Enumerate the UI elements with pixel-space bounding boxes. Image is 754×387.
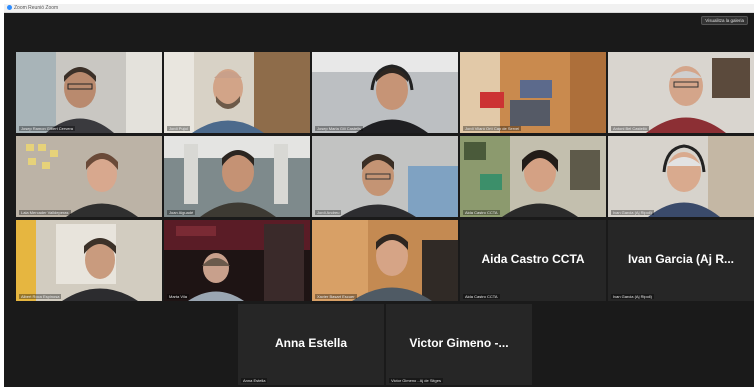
participant-video [460,136,606,217]
participant-video [164,52,310,133]
participant-name: Josep Ramon Gibert Cervera [19,126,76,131]
video-tile[interactable]: Jordi Andreu [312,136,458,217]
participant-name: Laia Mercader Valldeperas [19,210,71,215]
participant-display-name: Victor Gimeno -... [409,336,509,350]
participant-video [608,52,754,133]
gallery-view-button[interactable]: Visualitza la galeria [701,16,748,25]
video-tile[interactable]: Joan Aiguadé [164,136,310,217]
video-tile[interactable]: Xavier Basart Escuer [312,220,458,301]
participant-name: Josep Maria Gili Castells [315,126,364,131]
participant-video [164,136,310,217]
participant-video [460,52,606,133]
video-tile[interactable]: Aida Castro CCTA [460,136,606,217]
participant-display-name: Ivan Garcia (Aj R... [627,252,735,266]
participant-name: Antoni Bel Castelló [611,126,649,131]
participant-name: Jordi Pujol [167,126,190,131]
video-tile[interactable]: Josep Maria Gili Castells [312,52,458,133]
video-tile[interactable]: Josep Ramon Gibert Cervera [16,52,162,133]
video-tile[interactable]: Antoni Bel Castelló [608,52,754,133]
participant-name: Albert Roca Espinosa [19,294,62,299]
video-tile[interactable]: Laia Mercader Valldeperas [16,136,162,217]
participant-display-name: Anna Estella [274,336,348,350]
video-tile[interactable]: Victor Gimeno -... Victor Gimeno - Aj de… [386,304,532,385]
participant-name: Xavier Basart Escuer [315,294,357,299]
participant-video [312,52,458,133]
zoom-app-icon [7,5,12,10]
participant-video [312,136,458,217]
video-tile[interactable]: Aida Castro CCTA Aida Castro CCTA [460,220,606,301]
video-tile[interactable]: Anna Estella Anna Estella [238,304,384,385]
participant-video [312,220,458,301]
participant-display-name: Aida Castro CCTA [481,252,585,266]
participant-video [608,136,754,217]
participant-name: Ivan Garcia (Aj Ripoll) [611,210,654,215]
participant-name: Anna Estella [241,378,268,383]
participant-name: Aida Castro CCTA [463,294,500,299]
video-tile[interactable]: Ivan Garcia (Aj Ripoll) [608,136,754,217]
video-tile[interactable]: Ivan Garcia (Aj R... Ivan Garcia (Aj Rip… [608,220,754,301]
participant-name: Victor Gimeno - Aj de Sitges [389,378,443,383]
participant-name: Joan Aiguadé [167,210,196,215]
window-title: Zoom Reunió Zoom [14,5,59,11]
participant-name: Aida Castro CCTA [463,210,500,215]
video-tile[interactable]: Jordi Pujol [164,52,310,133]
participant-video [16,52,162,133]
participant-name: Ivan Garcia (Aj Ripoll) [611,294,654,299]
participant-video [164,220,310,301]
title-bar: Zoom Reunió Zoom [4,4,754,13]
zoom-window: Zoom Reunió Zoom Visualitza la galeria J… [4,4,754,387]
participant-video [16,136,162,217]
video-tile[interactable]: Albert Roca Espinosa [16,220,162,301]
participant-name: Jordi Andreu [315,210,342,215]
video-tile[interactable]: Marta Vila [164,220,310,301]
participant-name: Jordi Vilaró Ortí Cap de Servei [463,126,522,131]
participant-name: Marta Vila [167,294,189,299]
video-tile[interactable]: Jordi Vilaró Ortí Cap de Servei [460,52,606,133]
participant-video [16,220,162,301]
